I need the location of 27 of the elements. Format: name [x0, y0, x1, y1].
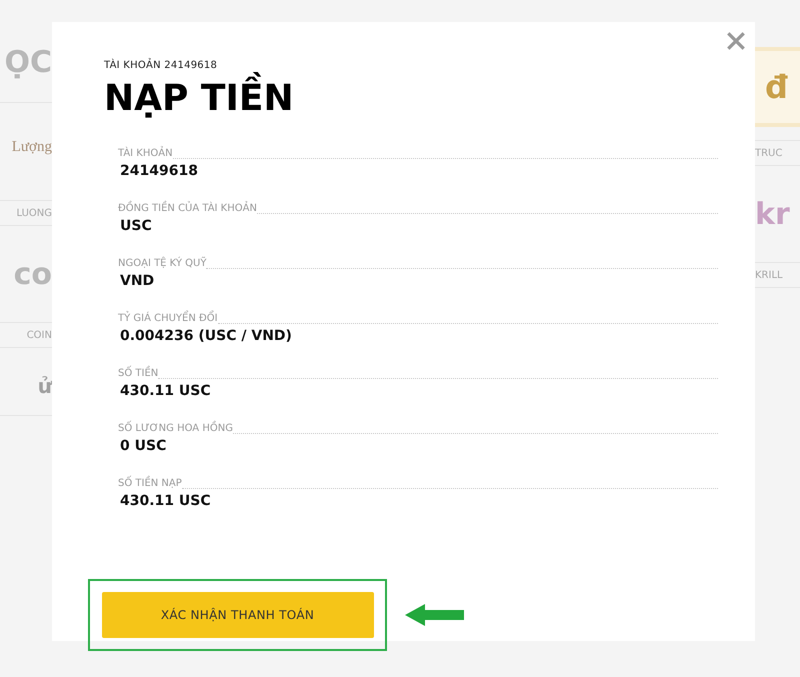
brand-text: Lượng	[12, 138, 52, 158]
tab-label: COIN	[26, 328, 52, 342]
field-label: SỐ TIỀN NẠP	[118, 476, 182, 491]
logo-text: kr	[755, 196, 790, 234]
account-subtitle: TÀI KHOẢN 24149618	[104, 58, 218, 72]
logo-text: co	[14, 256, 52, 294]
field-value: 0 USC	[120, 436, 168, 456]
field-label: ĐỒNG TIỀN CỦA TÀI KHOẢN	[118, 200, 257, 216]
tab-label: KRILL	[755, 268, 783, 282]
close-icon[interactable]	[725, 30, 747, 52]
field-label: TÀI KHOẢN	[118, 146, 173, 161]
arrow-icon	[405, 604, 464, 626]
field-value: USC	[120, 216, 153, 236]
field-label: TỶ GIÁ CHUYỂN ĐỔI	[118, 310, 218, 326]
field-value: 0.004236 (USC / VND)	[120, 326, 293, 346]
field-value: VND	[120, 272, 156, 291]
field-label: SỐ LƯƠNG HOA HỒNG	[118, 420, 233, 436]
field-label: SỐ TIỀN	[118, 366, 158, 381]
logo-emblem: đ	[755, 47, 800, 127]
field-value: 24149618	[120, 162, 199, 181]
logo-text: ỌC	[4, 44, 52, 82]
field-value: 430.11 USC	[120, 492, 212, 511]
field-label: NGOẠI TỆ KÝ QUỸ	[118, 256, 206, 271]
field-value: 430.11 USC	[120, 382, 212, 401]
tab-label: LUONG	[16, 206, 52, 220]
tab-label: TRUC	[755, 146, 782, 160]
confirm-payment-button[interactable]: XÁC NHẬN THANH TOÁN	[102, 592, 374, 638]
